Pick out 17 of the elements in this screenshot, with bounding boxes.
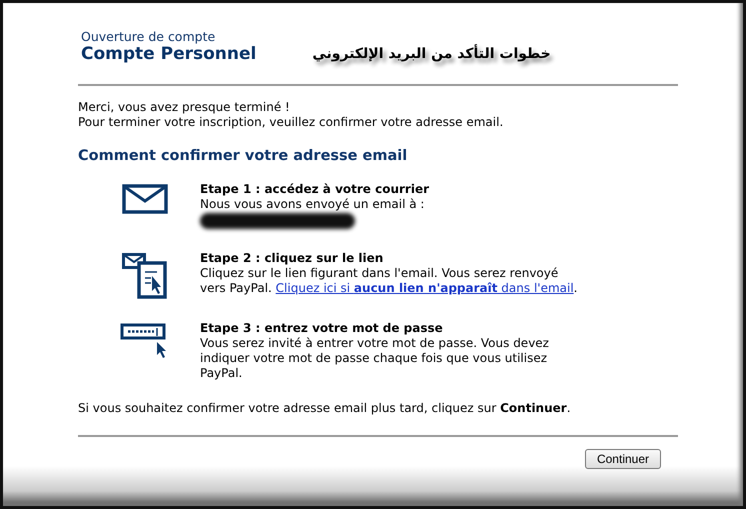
page-title: Compte Personnel bbox=[81, 44, 256, 64]
intro-text: Merci, vous avez presque terminé ! bbox=[78, 100, 291, 115]
document-cursor-icon bbox=[122, 253, 168, 299]
footer-text: Si vous souhaitez confirmer votre adresse email plus tard, cliquez sur Continuer. bbox=[78, 401, 572, 416]
step-title: Etape 3 : entrez votre mot de passe bbox=[200, 321, 444, 336]
step-description: Vous serez invité à entrer votre mot de passe. Vous devez indiquer votre mot de passe chaque fois que vous utilisez PayPal. bbox=[200, 336, 550, 381]
step-description: Cliquez sur le lien figurant dans l'email. Vous serez renvoyé vers PayPal. Cliquez ici si aucun lien n'apparaît dans l'email. bbox=[200, 266, 578, 296]
help-link[interactable]: Cliquez ici si aucun lien n'apparaît dans l'email bbox=[276, 281, 574, 295]
continue-button[interactable]: Continuer bbox=[584, 449, 661, 469]
step-title: Etape 1 : accédez à votre courrier bbox=[200, 182, 430, 197]
page-subtitle: Ouverture de compte bbox=[81, 29, 216, 44]
step-title: Etape 2 : cliquez sur le lien bbox=[200, 251, 384, 266]
annotation-text: خطوات التأكد من البريد الإلكتروني bbox=[312, 46, 551, 62]
step-description: Nous vous avons envoyé un email à : bbox=[200, 197, 426, 212]
section-heading: Comment confirmer votre adresse email bbox=[78, 148, 408, 164]
intro-text: Pour terminer votre inscription, veuillez confirmer votre adresse email. bbox=[78, 115, 504, 130]
envelope-icon bbox=[122, 184, 168, 214]
